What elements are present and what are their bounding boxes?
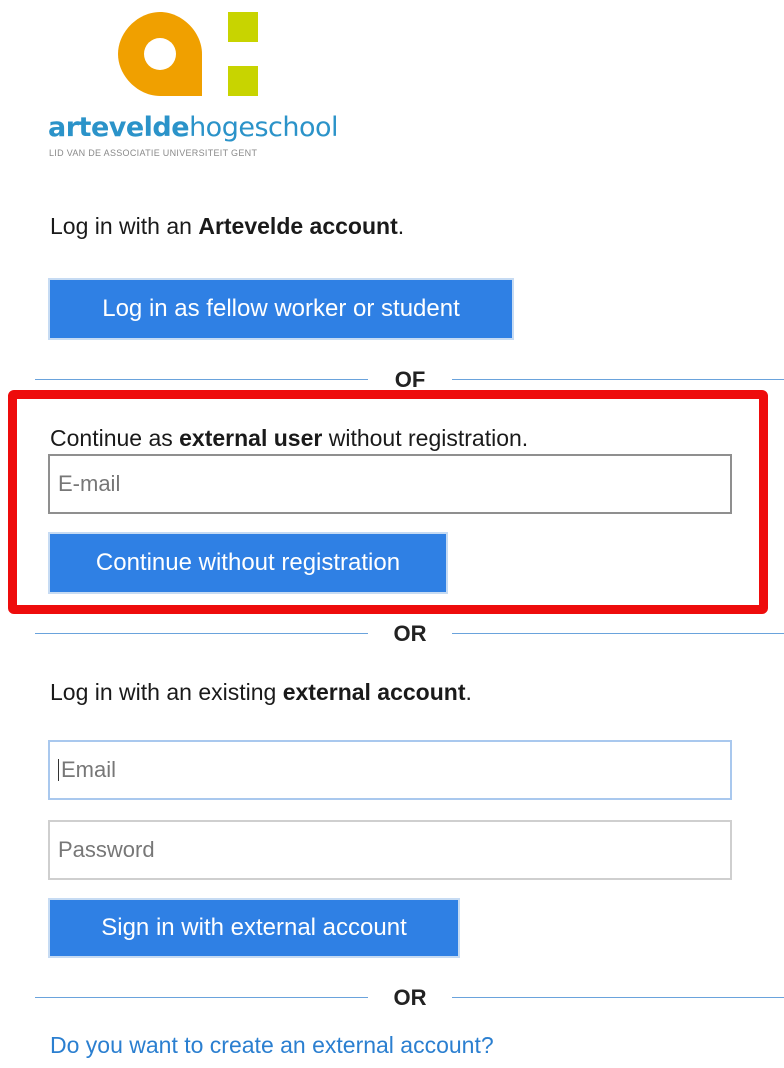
divider-line-left: [35, 997, 368, 998]
external-password-field[interactable]: Password: [48, 820, 732, 880]
guest-intro-bold: external user: [179, 425, 323, 451]
sign-in-external-account-button[interactable]: Sign in with external account: [48, 898, 460, 958]
logo-subtitle: LID VAN DE ASSOCIATIE UNIVERSITEIT GENT: [49, 148, 258, 158]
external-email-field[interactable]: Email: [48, 740, 732, 800]
divider-or-2: OR: [35, 986, 784, 1010]
logo-green-square-top: [228, 12, 258, 42]
artevelde-intro-bold: Artevelde account: [198, 213, 398, 239]
artevelde-intro-prefix: Log in with an: [50, 213, 199, 239]
divider-line-right: [452, 633, 784, 634]
divider-label: OF: [394, 367, 426, 392]
external-intro-prefix: Log in with an existing: [50, 679, 283, 705]
external-intro-bold: external account: [282, 679, 466, 705]
divider-line-right: [452, 379, 784, 380]
guest-intro-prefix: Continue as: [50, 425, 180, 451]
continue-without-registration-button[interactable]: Continue without registration: [48, 532, 448, 594]
guest-email-placeholder: E-mail: [58, 471, 121, 496]
guest-login-intro: Continue as external user without regist…: [50, 424, 528, 452]
guest-email-field[interactable]: E-mail: [48, 454, 732, 514]
logo-word-bold: artevelde: [48, 112, 190, 143]
divider-line-left: [35, 633, 368, 634]
divider-label: OR: [393, 621, 427, 646]
text-caret: [58, 759, 59, 781]
artevelde-intro-suffix: .: [397, 213, 405, 239]
logo-green-square-bottom: [228, 66, 258, 96]
create-external-account-link[interactable]: Do you want to create an external accoun…: [50, 1032, 494, 1059]
divider-label: OR: [393, 985, 427, 1010]
external-email-placeholder: Email: [61, 757, 117, 782]
guest-intro-suffix: without registration.: [322, 425, 529, 451]
divider-or-1: OR: [35, 622, 784, 646]
logo-word-light: hogeschool: [189, 112, 339, 143]
logo-wordmark: arteveldehogeschool: [48, 112, 339, 144]
login-fellow-worker-student-button[interactable]: Log in as fellow worker or student: [48, 278, 514, 340]
artevelde-logo-mark: [118, 12, 258, 96]
divider-of: OF: [35, 368, 784, 392]
logo-orange-hole: [144, 38, 176, 70]
divider-line-left: [35, 379, 368, 380]
external-login-intro: Log in with an existing external account…: [50, 678, 472, 706]
external-password-placeholder: Password: [58, 837, 155, 862]
artevelde-login-intro: Log in with an Artevelde account.: [50, 212, 404, 240]
divider-line-right: [452, 997, 784, 998]
external-intro-suffix: .: [465, 679, 472, 705]
